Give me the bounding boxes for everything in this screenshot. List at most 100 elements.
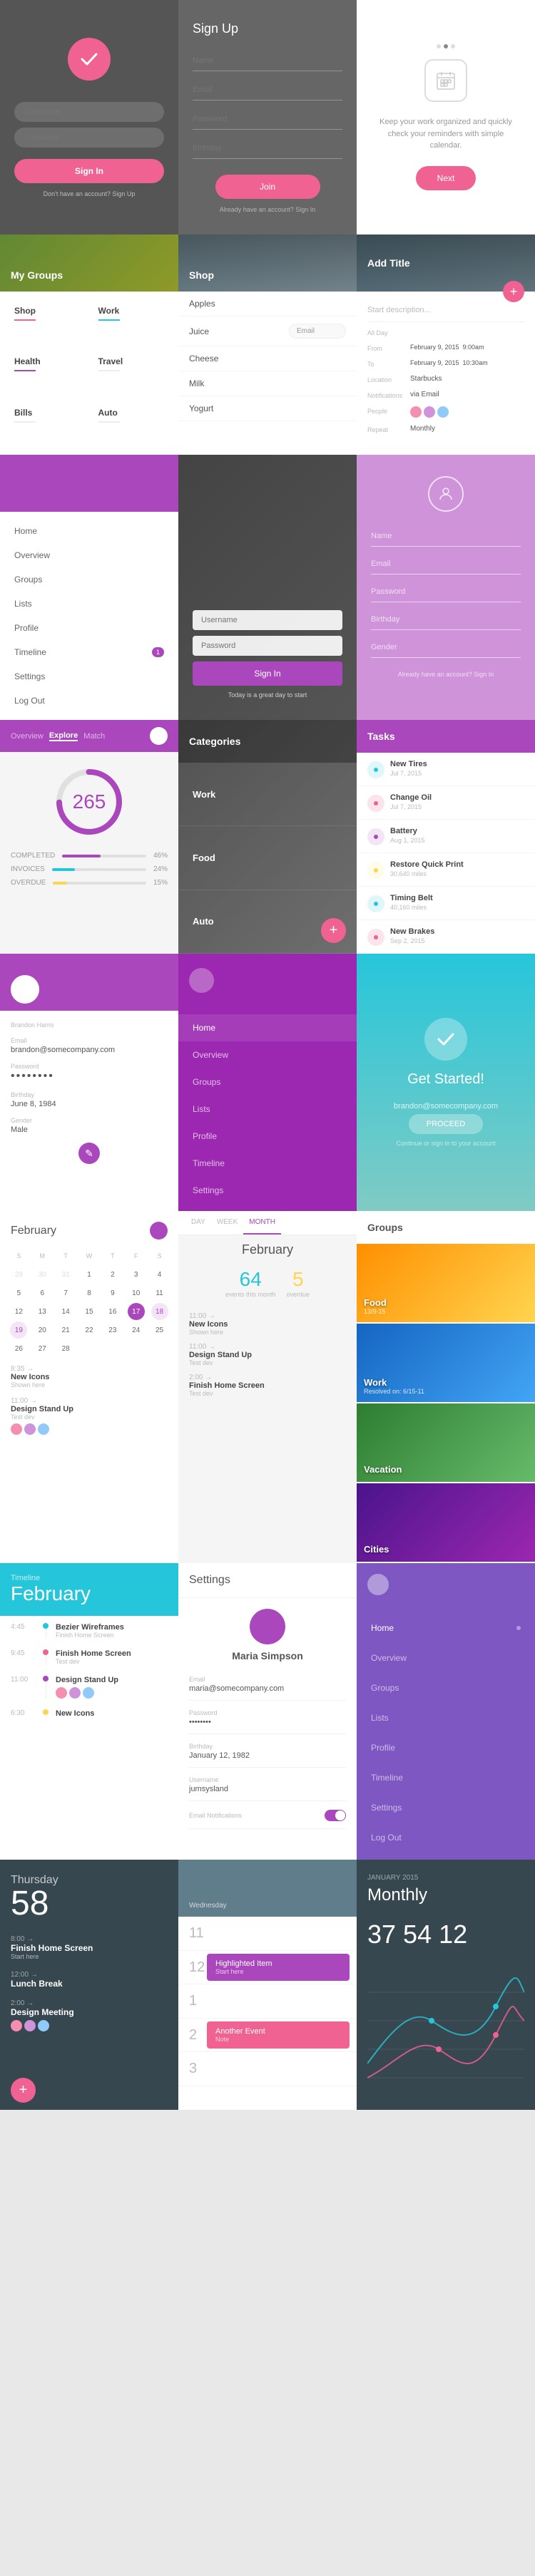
cal-day-13[interactable]: 13 xyxy=(34,1303,51,1320)
task-oil[interactable]: Change Oil Jul 7, 2015 xyxy=(357,786,535,820)
photo-signin-button[interactable]: Sign In xyxy=(193,661,342,686)
create-email-input[interactable] xyxy=(371,554,521,575)
group-travel[interactable]: Travel xyxy=(91,349,172,396)
purple-home-item-groups[interactable]: Groups xyxy=(357,1673,535,1703)
cal-day-17[interactable]: 17 xyxy=(128,1303,145,1320)
purple-home-item-overview[interactable]: Overview xyxy=(357,1643,535,1673)
password-input[interactable] xyxy=(14,128,164,148)
sidebar-item-lists[interactable]: Lists xyxy=(0,592,178,616)
cal-day-18[interactable]: 18 xyxy=(151,1303,168,1320)
sidebar-item-home[interactable]: Home xyxy=(0,519,178,543)
profile-edit-button[interactable]: ✎ xyxy=(78,1143,100,1164)
cat-item-work[interactable]: Work xyxy=(178,763,357,826)
cal-day-12[interactable]: 12 xyxy=(10,1303,27,1320)
cal-day-5[interactable]: 5 xyxy=(10,1284,27,1302)
sidebar-item-groups[interactable]: Groups xyxy=(0,567,178,592)
cal-day-23[interactable]: 23 xyxy=(104,1322,121,1339)
addtitle-fab[interactable]: + xyxy=(503,281,524,302)
shop-item-milk[interactable]: Milk xyxy=(178,371,357,396)
sidebar-item-profile[interactable]: Profile xyxy=(0,616,178,640)
wed-item-3[interactable]: 3 xyxy=(178,2052,357,2086)
cal-day-prev-2[interactable]: 30 xyxy=(34,1266,51,1283)
cal-day-2[interactable]: 2 xyxy=(104,1266,121,1283)
create-gender-input[interactable] xyxy=(371,637,521,658)
cal-day-28[interactable]: 28 xyxy=(57,1340,74,1357)
shop-item-juice[interactable]: Juice Email xyxy=(178,316,357,346)
tab-week[interactable]: WEEK xyxy=(211,1211,243,1235)
cal-day-21[interactable]: 21 xyxy=(57,1322,74,1339)
group-bills[interactable]: Bills xyxy=(7,401,88,448)
shop-item-yogurt[interactable]: Yogurt xyxy=(178,396,357,421)
create-birthday-input[interactable] xyxy=(371,609,521,630)
proceed-button[interactable]: PROCEED xyxy=(409,1114,483,1134)
photo-username-input[interactable] xyxy=(193,610,342,630)
cal-day-11[interactable]: 11 xyxy=(151,1284,168,1302)
task-new-tires[interactable]: New Tires Jul 7, 2015 xyxy=(357,753,535,786)
already-signin-link[interactable]: Already have an account? Sign In xyxy=(398,671,494,678)
cal-day-7[interactable]: 7 xyxy=(57,1284,74,1302)
tab-month[interactable]: MONTH xyxy=(243,1211,281,1235)
purple-home-item-timeline[interactable]: Timeline xyxy=(357,1763,535,1793)
purple-home-item-lists[interactable]: Lists xyxy=(357,1703,535,1733)
group-auto[interactable]: Auto xyxy=(91,401,172,448)
cal-day-3[interactable]: 3 xyxy=(128,1266,145,1283)
purple-nav-timeline[interactable]: Timeline xyxy=(178,1150,357,1177)
thursday-fab[interactable]: + xyxy=(11,2078,36,2103)
next-button[interactable]: Next xyxy=(416,166,477,190)
sidebar-item-settings[interactable]: Settings xyxy=(0,664,178,689)
cal-day-24[interactable]: 24 xyxy=(128,1322,145,1339)
purple-nav-overview[interactable]: Overview xyxy=(178,1041,357,1068)
group-shop[interactable]: Shop xyxy=(7,299,88,346)
cal-day-20[interactable]: 20 xyxy=(34,1322,51,1339)
notifications-toggle[interactable] xyxy=(325,1810,346,1821)
birthday-input[interactable] xyxy=(193,138,342,159)
purple-nav-lists[interactable]: Lists xyxy=(178,1096,357,1123)
purple-nav-groups[interactable]: Groups xyxy=(178,1068,357,1096)
name-input[interactable] xyxy=(193,51,342,71)
task-brakes[interactable]: New Brakes Sep 2, 2015 xyxy=(357,920,535,954)
signup-link[interactable]: Don't have an account? Sign Up xyxy=(44,190,136,197)
cal-day-14[interactable]: 14 xyxy=(57,1303,74,1320)
group-work[interactable]: Work xyxy=(91,299,172,346)
purple-home-item-logout[interactable]: Log Out xyxy=(357,1823,535,1853)
cal-day-15[interactable]: 15 xyxy=(81,1303,98,1320)
sidebar-item-timeline[interactable]: Timeline 1 xyxy=(0,640,178,664)
group-photo-vacation[interactable]: Vacation xyxy=(357,1403,535,1482)
cal-day-19[interactable]: 19 xyxy=(10,1322,27,1339)
purple-home-item-home[interactable]: Home xyxy=(357,1613,535,1643)
match-tab[interactable]: Match xyxy=(83,732,105,741)
cal-day-26[interactable]: 26 xyxy=(10,1340,27,1357)
cal-day-27[interactable]: 27 xyxy=(34,1340,51,1357)
cal-day-25[interactable]: 25 xyxy=(151,1322,168,1339)
purple-nav-settings[interactable]: Settings xyxy=(178,1177,357,1204)
shop-item-apples[interactable]: Apples xyxy=(178,292,357,316)
wed-item-1[interactable]: 1 xyxy=(178,1984,357,2019)
tab-day[interactable]: DAY xyxy=(185,1211,211,1235)
password-input[interactable] xyxy=(193,109,342,130)
group-photo-work[interactable]: Work Resolved on: 6/15-11 xyxy=(357,1324,535,1402)
purple-nav-home[interactable]: Home xyxy=(178,1014,357,1041)
purple-home-item-settings[interactable]: Settings xyxy=(357,1793,535,1823)
cal-day-16[interactable]: 16 xyxy=(104,1303,121,1320)
cal-day-8[interactable]: 8 xyxy=(81,1284,98,1302)
shop-item-cheese[interactable]: Cheese xyxy=(178,346,357,371)
cal-day-6[interactable]: 6 xyxy=(34,1284,51,1302)
sidebar-item-overview[interactable]: Overview xyxy=(0,543,178,567)
signin-button[interactable]: Sign In xyxy=(14,159,164,183)
cal-day-4[interactable]: 4 xyxy=(151,1266,168,1283)
cal-day-10[interactable]: 10 xyxy=(128,1284,145,1302)
signin-link[interactable]: Already have an account? Sign In xyxy=(220,206,316,213)
continue-link[interactable]: Continue or sign in to your account xyxy=(396,1140,495,1147)
explore-tab[interactable]: Explore xyxy=(49,731,78,741)
task-battery[interactable]: Battery Aug 1, 2015 xyxy=(357,820,535,853)
task-print[interactable]: Restore Quick Print 30,640 miles xyxy=(357,853,535,887)
cal-day-1[interactable]: 1 xyxy=(81,1266,98,1283)
cal-day-prev-3[interactable]: 31 xyxy=(57,1266,74,1283)
create-name-input[interactable] xyxy=(371,526,521,547)
sidebar-item-logout[interactable]: Log Out xyxy=(0,689,178,713)
purple-nav-profile[interactable]: Profile xyxy=(178,1123,357,1150)
shop-item-juice-input[interactable]: Email xyxy=(289,324,346,339)
cat-item-food[interactable]: Food xyxy=(178,826,357,890)
wed-item-2[interactable]: 2 Another Event Note xyxy=(178,2019,357,2052)
cal-day-prev-1[interactable]: 29 xyxy=(10,1266,27,1283)
